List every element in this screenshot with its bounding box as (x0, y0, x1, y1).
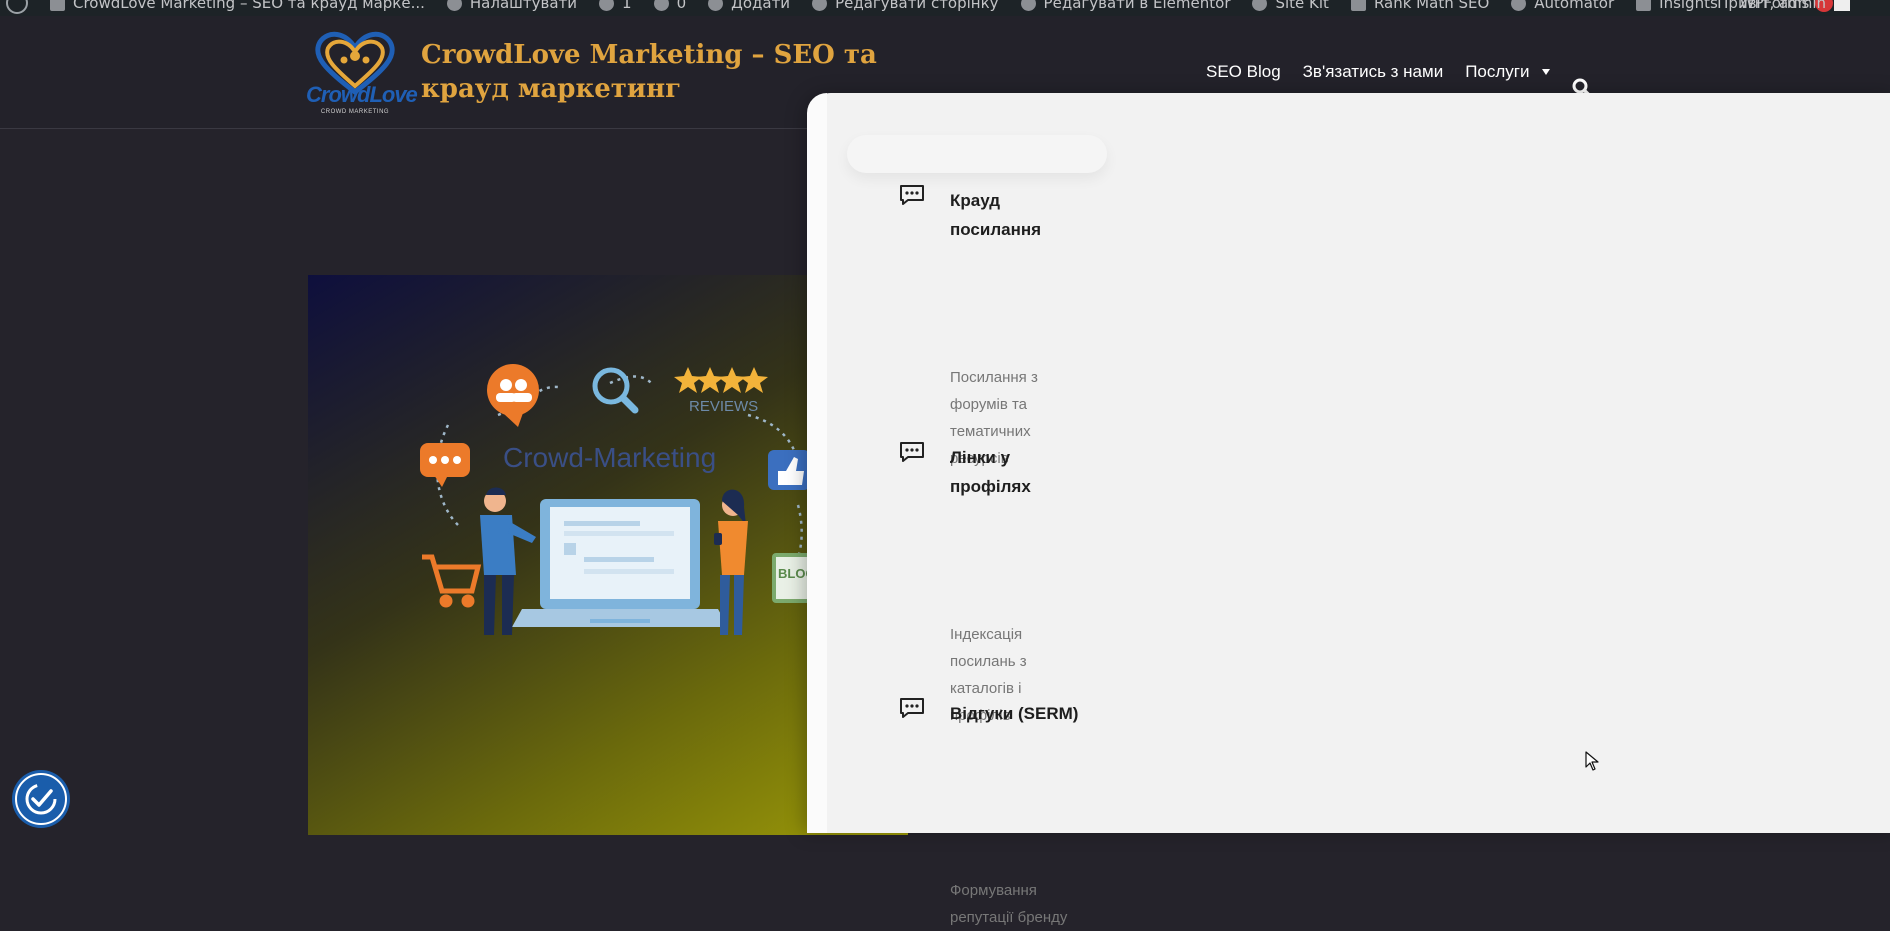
admin-bar-edit-page[interactable]: Редагувати сторінку (812, 0, 999, 15)
logo-tagline: CROWD MARKETING (320, 109, 390, 115)
admin-bar-new[interactable]: Додати (708, 0, 790, 15)
laptop-illustration (512, 499, 728, 627)
admin-bar-updates[interactable]: 1 (599, 0, 632, 15)
site-logo[interactable]: CrowdLove CROWD MARKETING (306, 26, 418, 120)
rankmath-icon (1350, 0, 1366, 11)
accessibility-check-icon (25, 783, 57, 815)
hero-heading: Crowd-Marketing (503, 442, 716, 473)
chat-icon (900, 442, 924, 462)
admin-bar-site-name[interactable]: CrowdLove Marketing – SEO та крауд маркe… (50, 0, 425, 15)
chat-icon (900, 698, 924, 718)
plus-icon (708, 0, 724, 11)
admin-bar-account[interactable]: Привіт, admin (1717, 0, 1850, 15)
admin-bar: CrowdLove Marketing – SEO та крауд маркe… (0, 0, 1890, 16)
thumbs-up-icon (768, 450, 810, 490)
elementor-icon (1020, 0, 1036, 11)
mega-menu-edge (807, 93, 827, 833)
logo-wordmark: CrowdLove (306, 82, 418, 107)
brush-icon (446, 0, 462, 11)
reviews-label: REVIEWS (689, 398, 758, 415)
service-title: Відгуки (SERM) (950, 704, 1079, 723)
main-navigation: SEO Blog Зв'язатись з нами Послуги (1206, 62, 1572, 82)
service-title: Лінки у профілях (950, 448, 1031, 496)
admin-bar-rankmath[interactable]: Rank Math SEO (1350, 0, 1489, 15)
insights-icon (1636, 0, 1652, 11)
chat-bubble-icon (420, 443, 470, 487)
mouse-cursor-icon (1585, 751, 1599, 771)
service-title: Крауд посилання (950, 191, 1042, 239)
stars-rating-icon (674, 367, 768, 393)
people-bubble-icon (487, 364, 539, 427)
admin-bar-automator[interactable]: Automator (1511, 0, 1614, 15)
services-mega-menu: Крауд посилання Посилання з форумів та т… (807, 93, 1890, 926)
service-description: Формування репутації бренду (950, 882, 1068, 926)
nav-item-services[interactable]: Послуги (1465, 62, 1550, 82)
comment-icon (653, 0, 669, 11)
nav-item-contact[interactable]: Зв'язатись з нами (1303, 62, 1444, 82)
mega-menu-search-field[interactable] (847, 135, 1107, 173)
sitekit-icon (1252, 0, 1268, 11)
magnifier-icon (592, 367, 639, 414)
accessibility-button[interactable] (15, 773, 67, 825)
caret-down-icon (1541, 69, 1550, 75)
admin-bar-sitekit[interactable]: Site Kit (1252, 0, 1329, 15)
avatar (1834, 0, 1850, 11)
automator-icon (1511, 0, 1527, 11)
admin-bar-customize[interactable]: Налаштувати (446, 0, 577, 15)
chat-icon (900, 185, 924, 205)
nav-item-seo-blog[interactable]: SEO Blog (1206, 62, 1281, 82)
refresh-icon (599, 0, 615, 11)
cart-icon (422, 554, 482, 608)
pencil-icon (812, 0, 828, 11)
admin-bar-insights[interactable]: Insights (1636, 0, 1718, 15)
home-icon (50, 0, 65, 11)
wordpress-icon[interactable] (6, 0, 28, 14)
admin-bar-comments[interactable]: 0 (653, 0, 686, 15)
admin-bar-elementor[interactable]: Редагувати в Elementor (1020, 0, 1230, 15)
